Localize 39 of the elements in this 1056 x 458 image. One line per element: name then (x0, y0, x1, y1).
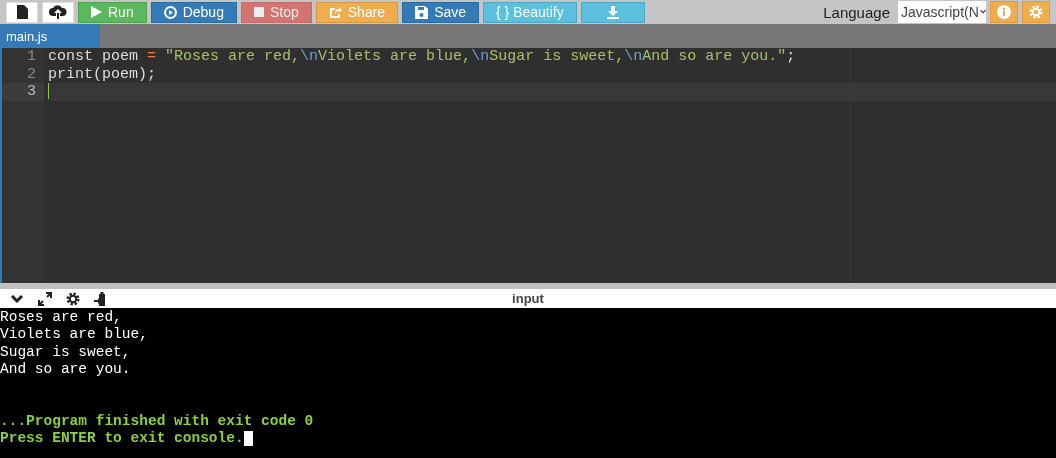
upload-button[interactable] (42, 1, 74, 23)
stop-icon (253, 7, 264, 17)
language-select[interactable]: Javascript(N (898, 1, 986, 23)
save-button[interactable]: Save (402, 1, 480, 23)
console-cursor (243, 430, 253, 446)
file-icon (16, 5, 28, 19)
output-line: Violets are blue, (0, 326, 148, 343)
line-number: 2 (27, 65, 36, 83)
share-icon (328, 5, 342, 19)
clipboard-icon[interactable] (94, 291, 108, 306)
chevron-down-icon[interactable] (10, 293, 24, 304)
line-number: 3 (27, 83, 36, 100)
chevron-down-icon (979, 8, 986, 16)
info-icon (997, 5, 1011, 19)
code-line: const poem = "Roses are red,\nViolets are blue,\nSugar is sweet,\nAnd so are you."; (48, 48, 796, 65)
gear-icon (1029, 5, 1043, 19)
line-number: 1 (27, 48, 36, 65)
play-circle-icon (163, 5, 177, 19)
debug-button[interactable]: Debug (150, 1, 237, 23)
download-icon (606, 5, 619, 19)
download-button[interactable] (580, 1, 645, 23)
file-tab[interactable]: main.js (0, 24, 100, 48)
language-label: Language (823, 3, 890, 21)
code-editor[interactable]: 1 2 3 const poem = "Roses are red,\nViolets are blue,\nSugar is sweet,\nAnd so are you."; print(poem); (0, 48, 1056, 283)
console-output[interactable]: Roses are red, Violets are blue, Sugar is sweet, And so are you. ...Program finished with exit code 0 Press ENTER to exit console. (0, 308, 1056, 458)
cloud-upload-icon (49, 5, 67, 19)
console-title: input (512, 291, 544, 306)
expand-icon[interactable] (38, 291, 52, 306)
output-line: And so are you. (0, 360, 131, 377)
output-line: Sugar is sweet, (0, 343, 131, 360)
status-message: ...Program finished with exit code 0 (0, 412, 314, 429)
new-button[interactable] (6, 1, 38, 23)
play-icon (91, 6, 102, 18)
code-line: print(poem); (48, 65, 157, 83)
run-button[interactable]: Run (78, 1, 147, 23)
settings-icon[interactable] (66, 291, 80, 306)
output-line: Roses are red, (0, 309, 122, 325)
status-message: Press ENTER to exit console. (0, 430, 244, 447)
text-cursor (48, 83, 49, 100)
